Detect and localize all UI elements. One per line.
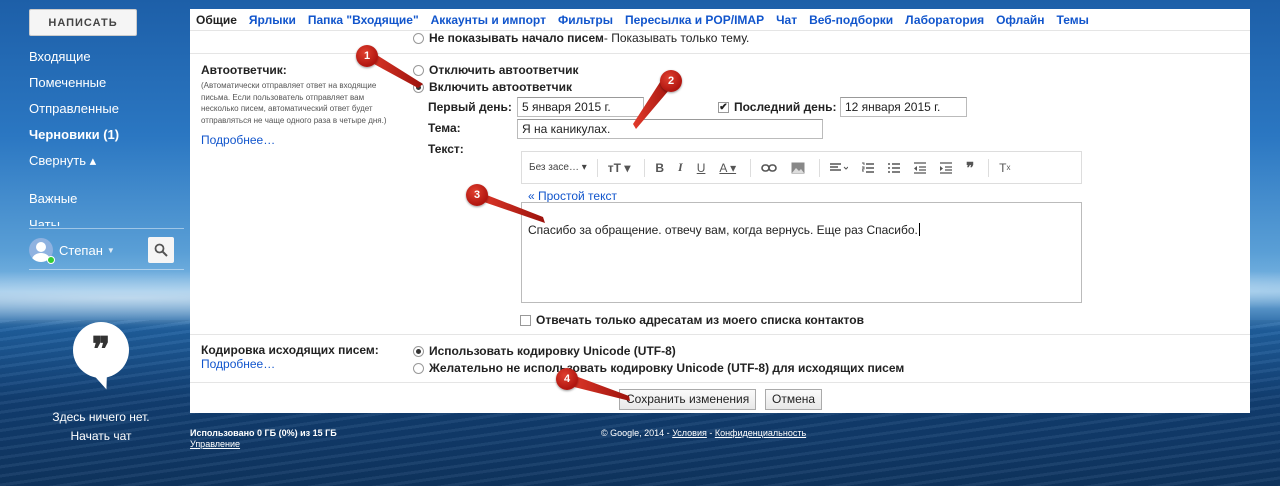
row-divider — [190, 53, 1250, 54]
tab-accounts[interactable]: Аккаунты и импорт — [431, 13, 546, 27]
tab-labs[interactable]: Лаборатория — [905, 13, 984, 27]
message-body-editor[interactable]: Спасибо за обращение. отвечу вам, когда … — [521, 202, 1082, 303]
user-name: Степан — [59, 242, 103, 258]
footer-links: © Google, 2014 - Условия - Конфиденциаль… — [601, 428, 807, 438]
first-day-label: Первый день: — [428, 100, 512, 114]
sidebar-item-inbox[interactable]: Входящие — [29, 48, 184, 74]
online-status-icon — [47, 256, 55, 264]
sidebar-item-chats[interactable]: Чаты — [29, 216, 184, 226]
sidebar-divider — [29, 269, 184, 270]
first-day-input[interactable]: 5 января 2015 г. — [517, 97, 644, 117]
align-icon[interactable] — [830, 162, 849, 173]
bold-icon[interactable]: B — [655, 161, 664, 175]
search-icon[interactable] — [148, 237, 174, 263]
tab-web-clips[interactable]: Веб-подборки — [809, 13, 893, 27]
tab-themes[interactable]: Темы — [1057, 13, 1089, 27]
sidebar-nav: Входящие Помеченные Отправленные Чернови… — [29, 48, 184, 226]
autoresponder-on-radio[interactable] — [413, 81, 424, 93]
contacts-only-checkbox[interactable] — [520, 314, 531, 326]
link-icon[interactable] — [761, 163, 777, 173]
chevron-down-icon[interactable]: ▼ — [107, 246, 115, 255]
encoding-avoid-utf8-radio[interactable] — [413, 362, 424, 374]
settings-tabs: Общие Ярлыки Папка "Входящие" Аккаунты и… — [190, 9, 1250, 31]
snippets-off-desc: - Показывать только тему. — [603, 31, 750, 45]
start-chat-link[interactable]: Начать чат — [40, 427, 162, 446]
font-select[interactable]: Без засе… ▾ — [529, 162, 587, 173]
plain-text-link[interactable]: « Простой текст — [528, 189, 617, 203]
last-day-checkbox[interactable]: ✔ — [718, 101, 729, 113]
sidebar-divider — [29, 228, 184, 229]
encoding-avoid-utf8-label: Желательно не использовать кодировку Uni… — [429, 361, 905, 375]
copyright-text: © Google, 2014 - — [601, 428, 673, 438]
last-day-label: Последний день: — [734, 100, 837, 114]
text-label: Текст: — [428, 142, 464, 156]
privacy-link[interactable]: Конфиденциальность — [715, 428, 806, 438]
image-icon[interactable] — [791, 162, 805, 174]
sidebar-item-important[interactable]: Важные — [29, 190, 184, 216]
hangouts-icon: ❞ — [73, 322, 129, 378]
autoresponder-on-option[interactable]: Включить автоответчик — [413, 80, 572, 94]
tab-inbox[interactable]: Папка "Входящие" — [308, 13, 419, 27]
font-size-icon[interactable]: тT ▾ — [608, 161, 631, 175]
contacts-only-option[interactable]: Отвечать только адресатам из моего списк… — [520, 313, 864, 327]
autoresponder-off-option[interactable]: Отключить автоответчик — [413, 63, 579, 77]
encoding-utf8-option[interactable]: Использовать кодировку Unicode (UTF-8) — [413, 344, 676, 358]
autoresponder-more-link[interactable]: Подробнее… — [201, 133, 275, 147]
autoresponder-off-label: Отключить автоответчик — [429, 63, 579, 77]
annotation-marker-1: 1 — [356, 45, 378, 67]
text-color-icon[interactable]: A ▾ — [719, 161, 736, 175]
encoding-utf8-label: Использовать кодировку Unicode (UTF-8) — [429, 344, 676, 358]
tab-filters[interactable]: Фильтры — [558, 13, 613, 27]
annotation-marker-3: 3 — [466, 184, 488, 206]
message-body-text: Спасибо за обращение. отвечу вам, когда … — [528, 223, 918, 237]
subject-input[interactable]: Я на каникулах. — [517, 119, 823, 139]
row-divider — [190, 382, 1250, 383]
sidebar-item-sent[interactable]: Отправленные — [29, 100, 184, 126]
autoresponder-label: Автоответчик: — [201, 63, 287, 77]
tab-general[interactable]: Общие — [196, 13, 237, 27]
sidebar-item-collapse[interactable]: Свернуть ▴ — [29, 152, 184, 178]
last-day-input[interactable]: 12 января 2015 г. — [840, 97, 967, 117]
row-divider — [190, 334, 1250, 335]
settings-panel: Общие Ярлыки Папка "Входящие" Аккаунты и… — [190, 9, 1250, 413]
formatting-toolbar: Без засе… ▾ тT ▾ B I U A ▾ ❞ T x — [521, 151, 1082, 184]
encoding-label: Кодировка исходящих писем: — [201, 343, 379, 357]
snippets-off-radio[interactable] — [413, 32, 424, 44]
last-day-option[interactable]: ✔ Последний день: — [718, 100, 836, 114]
tab-labels[interactable]: Ярлыки — [249, 13, 296, 27]
underline-icon[interactable]: U — [697, 161, 706, 175]
cancel-button[interactable]: Отмена — [765, 389, 823, 410]
quote-icon[interactable]: ❞ — [966, 159, 974, 177]
compose-button[interactable]: НАПИСАТЬ — [29, 9, 137, 36]
snippets-off-label: Не показывать начало писем — [429, 31, 604, 45]
encoding-utf8-radio[interactable] — [413, 345, 424, 357]
indent-less-icon[interactable] — [914, 161, 927, 174]
tab-offline[interactable]: Офлайн — [996, 13, 1044, 27]
chat-empty-message: Здесь ничего нет. Начать чат — [40, 408, 162, 446]
indent-more-icon[interactable] — [940, 161, 953, 174]
snippets-off-option[interactable]: Не показывать начало писем - Показывать … — [413, 31, 749, 45]
encoding-avoid-utf8-option[interactable]: Желательно не использовать кодировку Uni… — [413, 361, 904, 375]
sidebar-item-drafts[interactable]: Черновики (1) — [29, 126, 184, 152]
terms-link[interactable]: Условия — [672, 428, 707, 438]
manage-storage-link[interactable]: Управление — [190, 439, 240, 449]
autoresponder-off-radio[interactable] — [413, 64, 424, 76]
tab-chat[interactable]: Чат — [776, 13, 797, 27]
autoresponder-on-label: Включить автоответчик — [429, 80, 572, 94]
subject-label: Тема: — [428, 121, 461, 135]
annotation-marker-2: 2 — [660, 70, 682, 92]
chat-empty-text: Здесь ничего нет. — [52, 410, 150, 424]
bulleted-list-icon[interactable] — [888, 162, 901, 174]
tab-forwarding[interactable]: Пересылка и POP/IMAP — [625, 13, 764, 27]
annotation-marker-4: 4 — [556, 368, 578, 390]
encoding-more-link[interactable]: Подробнее… — [201, 357, 275, 371]
clear-formatting-icon[interactable]: Tx — [999, 161, 1010, 175]
contacts-only-label: Отвечать только адресатам из моего списк… — [536, 313, 864, 327]
storage-usage: Использовано 0 ГБ (0%) из 15 ГБ — [190, 428, 337, 438]
sidebar-item-starred[interactable]: Помеченные — [29, 74, 184, 100]
numbered-list-icon[interactable] — [862, 162, 875, 174]
save-button[interactable]: Сохранить изменения — [619, 389, 757, 410]
italic-icon[interactable]: I — [678, 160, 683, 175]
autoresponder-description: (Автоматически отправляет ответ на входя… — [201, 81, 387, 125]
